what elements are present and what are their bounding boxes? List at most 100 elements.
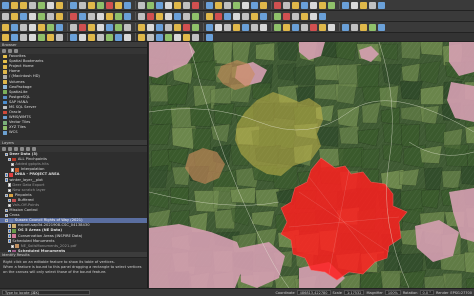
plugin-tool-icon[interactable] (106, 23, 113, 31)
plugin-tool-icon[interactable] (301, 23, 308, 31)
project-tool-icon[interactable] (274, 1, 281, 9)
plugin-tool-icon[interactable] (115, 23, 122, 31)
digitize-tool-icon[interactable] (138, 12, 145, 20)
map-canvas[interactable] (149, 42, 474, 288)
plugin-tool-icon[interactable] (38, 23, 45, 31)
digitize-tool-icon[interactable] (106, 12, 113, 20)
attribute-tool-icon[interactable] (2, 33, 9, 41)
expand-all-icon[interactable] (20, 147, 24, 151)
attribute-tool-icon[interactable] (138, 33, 145, 41)
digitize-tool-icon[interactable] (274, 12, 281, 20)
project-tool-icon[interactable] (224, 1, 231, 9)
digitize-tool-icon[interactable] (79, 12, 86, 20)
digitize-tool-icon[interactable] (260, 12, 267, 20)
coordinate-field[interactable]: 486813,422780 (296, 289, 331, 296)
attribute-tool-icon[interactable] (97, 33, 104, 41)
filter-icon[interactable] (8, 49, 12, 53)
layer-visibility-checkbox[interactable] (8, 203, 12, 208)
digitize-tool-icon[interactable] (224, 12, 231, 20)
attribute-tool-icon[interactable] (165, 33, 172, 41)
project-tool-icon[interactable] (47, 1, 54, 9)
digitize-tool-icon[interactable] (183, 12, 190, 20)
layer-visibility-checkbox[interactable] (8, 229, 12, 233)
project-tool-icon[interactable] (147, 1, 154, 9)
attribute-tool-icon[interactable] (115, 33, 122, 41)
plugin-tool-icon[interactable] (20, 23, 27, 31)
magnifier-field[interactable]: 100% (384, 289, 401, 296)
attribute-tool-icon[interactable] (11, 33, 18, 41)
attribute-tool-icon[interactable] (106, 33, 113, 41)
layer-visibility-checkbox[interactable] (8, 157, 12, 162)
attribute-tool-icon[interactable] (79, 33, 86, 41)
plugin-tool-icon[interactable] (328, 23, 335, 31)
plugin-tool-icon[interactable] (56, 23, 63, 31)
attribute-tool-icon[interactable] (38, 33, 45, 41)
plugin-tool-icon[interactable] (378, 23, 385, 31)
plugin-tool-icon[interactable] (88, 23, 95, 31)
collapse-icon[interactable] (14, 49, 18, 53)
project-tool-icon[interactable] (174, 1, 181, 9)
plugin-tool-icon[interactable] (2, 23, 9, 31)
digitize-tool-icon[interactable] (292, 12, 299, 20)
refresh-icon[interactable] (2, 49, 6, 53)
project-tool-icon[interactable] (215, 1, 222, 9)
filter-legend-icon[interactable] (14, 147, 18, 151)
plugin-tool-icon[interactable] (165, 23, 172, 31)
plugin-tool-icon[interactable] (292, 23, 299, 31)
digitize-tool-icon[interactable] (251, 12, 258, 20)
project-tool-icon[interactable] (124, 1, 131, 9)
plugin-tool-icon[interactable] (29, 23, 36, 31)
project-tool-icon[interactable] (138, 1, 145, 9)
project-tool-icon[interactable] (310, 1, 317, 9)
digitize-tool-icon[interactable] (319, 12, 326, 20)
attribute-tool-icon[interactable] (206, 33, 213, 41)
layer-visibility-checkbox[interactable] (8, 224, 12, 228)
attribute-tool-icon[interactable] (47, 33, 54, 41)
digitize-tool-icon[interactable] (215, 12, 222, 20)
digitize-tool-icon[interactable] (115, 12, 122, 20)
plugin-tool-icon[interactable] (233, 23, 240, 31)
plugin-tool-icon[interactable] (147, 23, 154, 31)
project-tool-icon[interactable] (260, 1, 267, 9)
project-tool-icon[interactable] (292, 1, 299, 9)
project-tool-icon[interactable] (378, 1, 385, 9)
project-tool-icon[interactable] (115, 1, 122, 9)
project-tool-icon[interactable] (342, 1, 349, 9)
digitize-tool-icon[interactable] (206, 12, 213, 20)
plugin-tool-icon[interactable] (351, 23, 358, 31)
crs-button[interactable]: EPSG:27700 (450, 291, 472, 295)
layer-visibility-checkbox[interactable] (5, 178, 9, 182)
project-tool-icon[interactable] (301, 1, 308, 9)
plugin-tool-icon[interactable] (192, 23, 199, 31)
layer-visibility-checkbox[interactable] (8, 234, 12, 238)
project-tool-icon[interactable] (88, 1, 95, 9)
open-styling-icon[interactable] (2, 147, 6, 151)
project-tool-icon[interactable] (242, 1, 249, 9)
project-tool-icon[interactable] (283, 1, 290, 9)
add-group-icon[interactable] (8, 147, 12, 151)
project-tool-icon[interactable] (106, 1, 113, 9)
layer-visibility-checkbox[interactable] (5, 173, 9, 177)
project-tool-icon[interactable] (2, 1, 9, 9)
layer-visibility-checkbox[interactable] (8, 188, 12, 192)
digitize-tool-icon[interactable] (70, 12, 77, 20)
plugin-tool-icon[interactable] (224, 23, 231, 31)
project-tool-icon[interactable] (29, 1, 36, 9)
plugin-tool-icon[interactable] (260, 23, 267, 31)
digitize-tool-icon[interactable] (29, 12, 36, 20)
project-tool-icon[interactable] (233, 1, 240, 9)
digitize-tool-icon[interactable] (56, 12, 63, 20)
attribute-tool-icon[interactable] (174, 33, 181, 41)
plugin-tool-icon[interactable] (174, 23, 181, 31)
project-tool-icon[interactable] (56, 1, 63, 9)
plugin-tool-icon[interactable] (138, 23, 145, 31)
project-tool-icon[interactable] (206, 1, 213, 9)
digitize-tool-icon[interactable] (97, 12, 104, 20)
digitize-tool-icon[interactable] (192, 12, 199, 20)
locator-search-input[interactable]: Type to locate (⌘K) (2, 289, 90, 296)
remove-layer-icon[interactable] (32, 147, 36, 151)
digitize-tool-icon[interactable] (233, 12, 240, 20)
layer-visibility-checkbox[interactable] (11, 244, 15, 248)
plugin-tool-icon[interactable] (70, 23, 77, 31)
project-tool-icon[interactable] (156, 1, 163, 9)
